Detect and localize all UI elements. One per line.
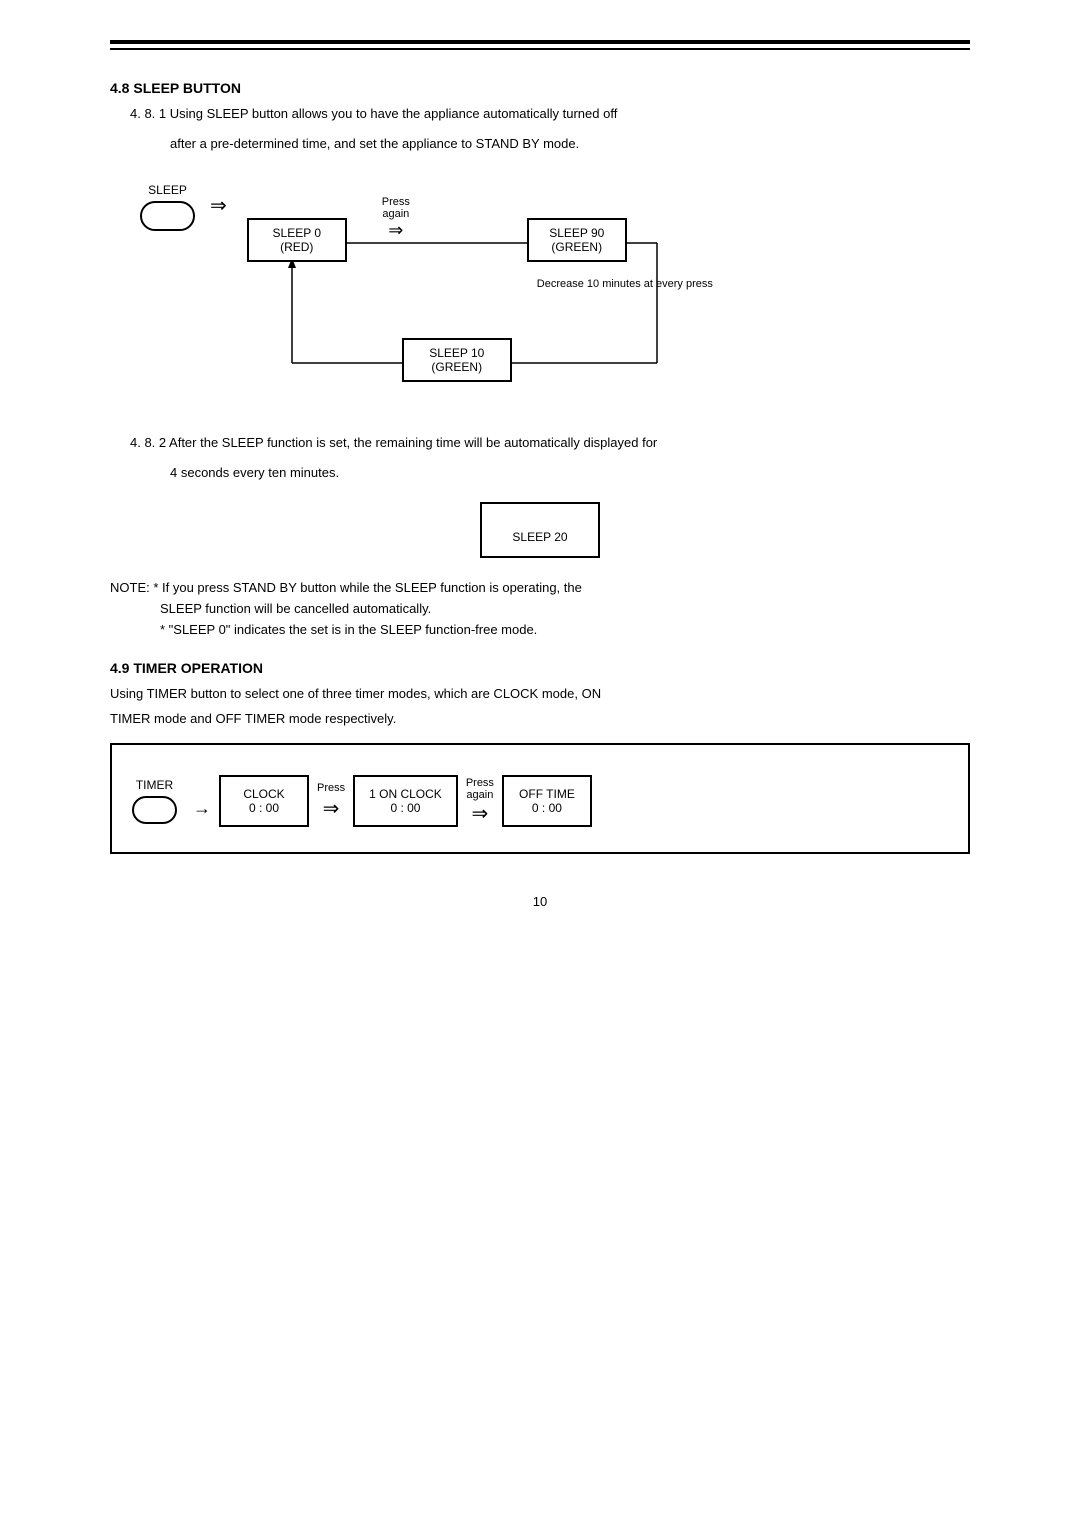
clock-line2: 0 : 00 <box>249 801 279 815</box>
sleep90-box: SLEEP 90 (GREEN) <box>527 218 627 262</box>
sleep90-line1: SLEEP 90 <box>549 226 604 240</box>
off-time-line1: OFF TIME <box>519 787 575 801</box>
notes-section: NOTE: * If you press STAND BY button whi… <box>110 578 970 640</box>
sleep-svg <box>237 178 717 418</box>
sleep20-box: SLEEP 20 <box>480 502 599 558</box>
sleep10-box: SLEEP 10 (GREEN) <box>402 338 512 382</box>
timer-label: TIMER <box>136 778 173 792</box>
top-border <box>110 40 970 50</box>
timer-diagram-inner: TIMER → CLOCK 0 : 00 Press ⇒ 1 ON CLOCK … <box>132 775 948 827</box>
sleep-button-oval <box>140 201 195 231</box>
sleep-button-col: SLEEP <box>140 183 195 231</box>
arrow1-sym: ⇒ <box>210 193 227 218</box>
page: 4.8 SLEEP BUTTON 4. 8. 1 Using SLEEP but… <box>90 0 990 969</box>
press-label: Press <box>317 782 345 794</box>
timer-para2: TIMER mode and OFF TIMER mode respective… <box>110 709 970 729</box>
decrease-label: Decrease 10 minutes at every press <box>537 278 713 290</box>
sleep-para2: 4. 8. 2 After the SLEEP function is set,… <box>130 433 970 453</box>
sleep90-line2: (GREEN) <box>551 240 602 254</box>
timer-press-again-arrow: Pressagain ⇒ <box>466 777 494 826</box>
timer-diagram: TIMER → CLOCK 0 : 00 Press ⇒ 1 ON CLOCK … <box>110 743 970 854</box>
sleep10-line2: (GREEN) <box>431 360 482 374</box>
sleep0-line2: (RED) <box>280 240 313 254</box>
timer-arrow1: ⇒ <box>323 796 340 821</box>
sleep-para1: 4. 8. 1 Using SLEEP button allows you to… <box>130 104 970 124</box>
page-number: 10 <box>110 894 970 909</box>
sleep-para1b: after a pre-determined time, and set the… <box>170 134 970 154</box>
sleep0-line1: SLEEP 0 <box>273 226 321 240</box>
sleep20-label: SLEEP 20 <box>512 530 567 544</box>
clock-line1: CLOCK <box>243 787 284 801</box>
sleep20-diagram: SLEEP 20 <box>110 502 970 558</box>
on-clock-line2: 0 : 00 <box>390 801 420 815</box>
sleep-para2b: 4 seconds every ten minutes. <box>170 463 970 483</box>
note-line3: * "SLEEP 0" indicates the set is in the … <box>160 620 970 641</box>
press-again-sleep-label: Pressagain⇒ <box>382 196 410 241</box>
sleep0-box: SLEEP 0 (RED) <box>247 218 347 262</box>
timer-press-arrow: Press ⇒ <box>317 782 345 821</box>
note-line1: NOTE: * If you press STAND BY button whi… <box>110 578 970 599</box>
press-again-label: Pressagain <box>466 777 494 801</box>
sleep10-line1: SLEEP 10 <box>429 346 484 360</box>
timer-title: 4.9 TIMER OPERATION <box>110 660 970 676</box>
note-line2: SLEEP function will be cancelled automat… <box>160 599 970 620</box>
clock-box: CLOCK 0 : 00 <box>219 775 309 827</box>
arrow1: ⇒ <box>210 193 227 218</box>
sleep-flow-wrapper: SLEEP 0 (RED) Pressagain⇒ SLEEP 90 (GREE… <box>237 178 717 418</box>
timer-button-col: TIMER <box>132 778 177 824</box>
sleep-button-title: 4.8 SLEEP BUTTON <box>110 80 970 96</box>
timer-small-arrow: → <box>193 798 211 819</box>
timer-arrow2: ⇒ <box>471 801 488 826</box>
off-time-line2: 0 : 00 <box>532 801 562 815</box>
timer-para1: Using TIMER button to select one of thre… <box>110 684 970 704</box>
sleep-label: SLEEP <box>148 183 187 197</box>
off-time-box: OFF TIME 0 : 00 <box>502 775 592 827</box>
timer-button-oval <box>132 796 177 824</box>
on-clock-line1: 1 ON CLOCK <box>369 787 442 801</box>
on-clock-box: 1 ON CLOCK 0 : 00 <box>353 775 458 827</box>
